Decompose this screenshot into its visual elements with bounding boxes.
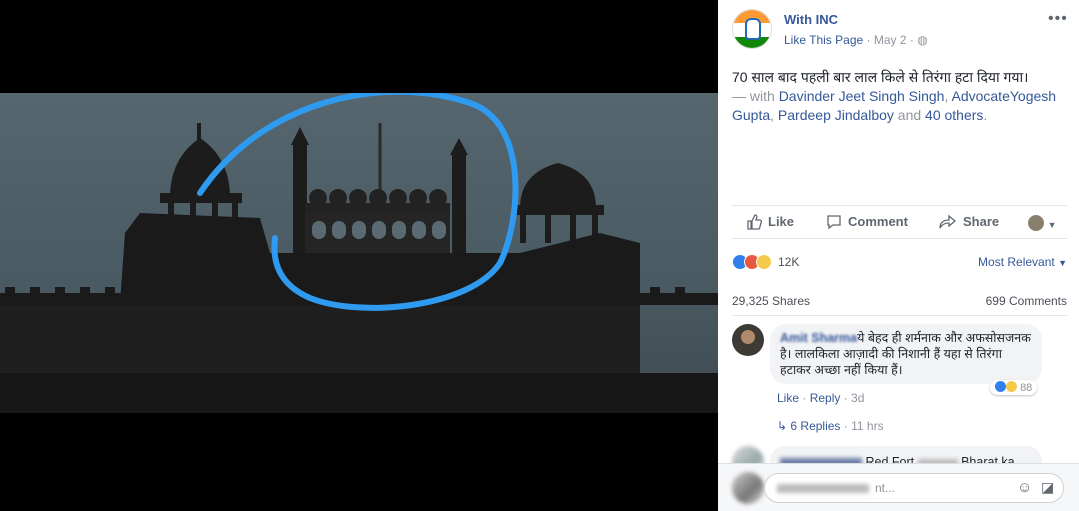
comment-label: Comment — [848, 214, 908, 229]
page-name[interactable]: With INC — [784, 12, 984, 27]
comment-composer: nt... ☺ ◪ — [718, 463, 1079, 511]
action-bar: Like Comment Share ▼ — [732, 205, 1067, 239]
post-meta: Like This Page · May 2 · ◍ — [784, 33, 928, 47]
period: . — [983, 107, 988, 123]
commenter-name[interactable]: Amit Sharma — [780, 331, 857, 345]
comment-meta: Like · Reply · 3d — [777, 391, 865, 405]
photo-theater — [0, 0, 718, 511]
shares-count[interactable]: 29,325 Shares — [732, 294, 810, 308]
share-icon — [939, 214, 957, 229]
comment-icon — [827, 215, 841, 230]
post-date[interactable]: May 2 — [874, 33, 907, 47]
like-reaction-icon — [995, 381, 1006, 392]
tag-others-link[interactable]: 40 others — [925, 107, 983, 123]
view-replies-link[interactable]: 6 Replies — [790, 419, 840, 433]
globe-icon: ◍ — [917, 33, 928, 47]
more-options-icon[interactable]: ••• — [1048, 10, 1068, 28]
page-avatar[interactable] — [732, 9, 772, 49]
thumbs-up-icon — [747, 214, 762, 230]
user-avatar — [732, 472, 764, 504]
tagged-line: — with Davinder Jeet Singh Singh, Advoca… — [732, 88, 1057, 123]
post-photo[interactable] — [0, 93, 718, 413]
comment-button[interactable]: Comment — [826, 214, 908, 230]
reactions-summary[interactable]: 12K Most Relevant ▼ — [732, 254, 1067, 274]
comment-bubble: Amit Sharmaये बेहद ही शर्मनाक और अफसोसजन… — [770, 324, 1042, 384]
sad-reaction-icon — [756, 254, 772, 270]
reply-arrow-icon: ↳ — [777, 419, 788, 433]
like-page-link[interactable]: Like This Page — [784, 33, 863, 47]
like-label: Like — [768, 214, 795, 229]
like-button[interactable]: Like — [746, 214, 794, 230]
share-button[interactable]: Share — [939, 214, 999, 230]
and-word: and — [897, 107, 922, 123]
comment-reactions[interactable]: 88 — [990, 380, 1038, 395]
comment-reply-link[interactable]: Reply — [810, 391, 841, 405]
reactions-count[interactable]: 12K — [778, 255, 799, 269]
chevron-down-icon: ▼ — [1047, 220, 1057, 230]
post-message: 70 साल बाद पहली बार लाल किले से तिरंगा ह… — [732, 69, 1029, 85]
replies-time: 11 hrs — [851, 419, 884, 433]
comments-count[interactable]: 699 Comments — [986, 294, 1067, 308]
share-label: Share — [963, 214, 1000, 229]
hand-icon — [745, 18, 761, 40]
comment-placeholder: nt... — [875, 481, 896, 495]
comment-time[interactable]: 3d — [851, 391, 864, 405]
replies-row: ↳ 6 Replies · 11 hrs — [777, 419, 884, 433]
red-fort-photo — [0, 93, 718, 413]
comment-input[interactable]: nt... ☺ ◪ — [764, 473, 1064, 503]
blurred-placeholder — [777, 484, 869, 493]
comment-like-link[interactable]: Like — [777, 391, 799, 405]
commenter-avatar[interactable] — [732, 324, 764, 356]
sad-reaction-icon — [1006, 381, 1017, 392]
sticker-icon[interactable]: ◪ — [1041, 479, 1054, 496]
tag-link[interactable]: Pardeep Jindalboy — [778, 107, 894, 123]
with-prefix: — with — [732, 88, 775, 104]
post-text: 70 साल बाद पहली बार लाल किले से तिरंगा ह… — [732, 68, 1067, 125]
post-as-selector[interactable]: ▼ — [1028, 215, 1057, 231]
stats-row: 29,325 Shares 699 Comments — [732, 288, 1067, 316]
tag-link[interactable]: Davinder Jeet Singh Singh — [779, 88, 945, 104]
comment-reactions-count: 88 — [1020, 382, 1033, 394]
sort-dropdown[interactable]: Most Relevant ▼ — [978, 255, 1067, 269]
sort-label: Most Relevant — [978, 255, 1055, 269]
emoji-icon[interactable]: ☺ — [1017, 479, 1032, 496]
post-panel: With INC Like This Page · May 2 · ◍ ••• … — [718, 0, 1079, 511]
user-avatar — [1028, 215, 1044, 231]
chevron-down-icon: ▼ — [1058, 258, 1067, 268]
